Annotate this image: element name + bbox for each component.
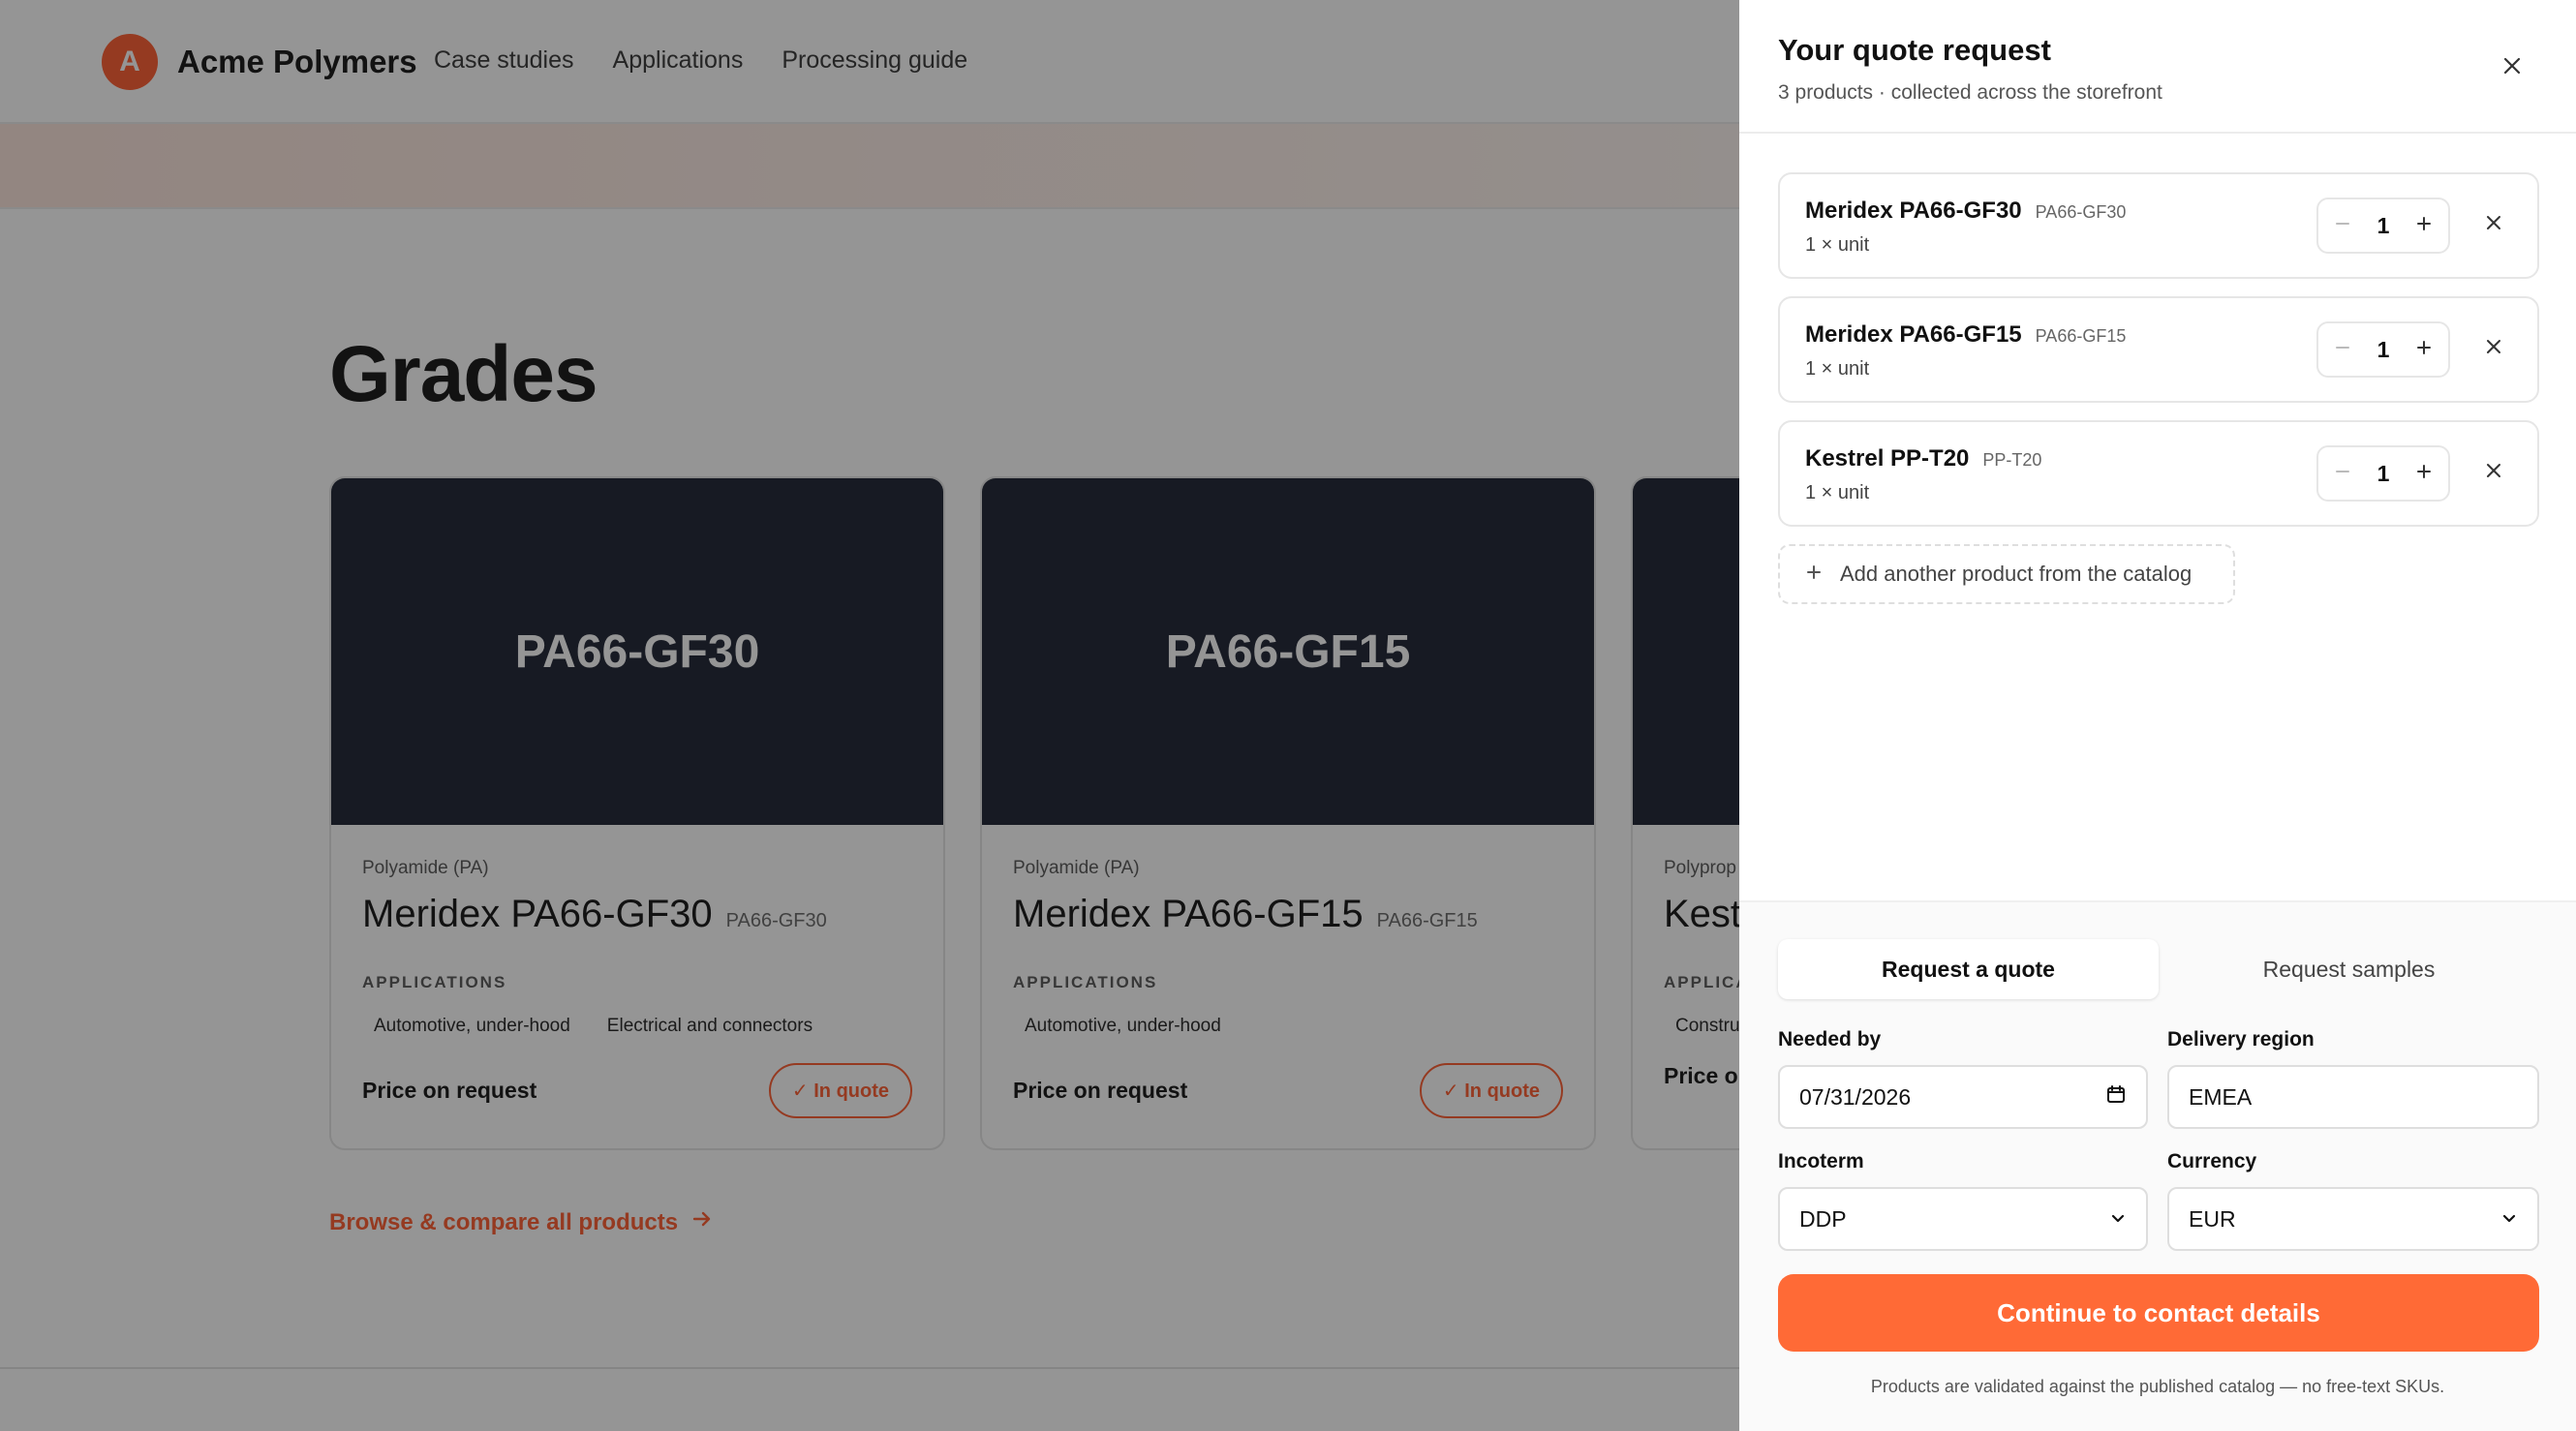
decrement-button[interactable] [2328, 459, 2357, 488]
minus-icon [2334, 339, 2351, 361]
plus-icon [1805, 562, 1823, 587]
close-icon [2484, 337, 2503, 361]
catalog-validation-note: Products are validated against the publi… [1870, 1377, 2445, 1396]
plus-icon [2415, 463, 2433, 485]
quantity-value[interactable]: 1 [2377, 213, 2390, 239]
line-item-name: Meridex PA66-GF30 [1805, 198, 2022, 224]
close-drawer-button[interactable] [2497, 52, 2528, 83]
close-icon [2484, 461, 2503, 485]
plus-icon [2415, 215, 2433, 237]
drawer-subtitle: 3 products · collected across the storef… [1778, 81, 2162, 104]
quote-line-item: Meridex PA66-GF15 PA66-GF15 1 × unit 1 [1778, 296, 2539, 403]
line-item-sku: PA66-GF15 [2035, 326, 2127, 346]
chevron-down-icon [2109, 1206, 2127, 1233]
incoterm-select[interactable]: DDP [1778, 1187, 2148, 1251]
incoterm-label: Incoterm [1778, 1150, 1864, 1172]
add-product-label: Add another product from the catalog [1840, 562, 2193, 586]
currency-select[interactable]: EUR [2167, 1187, 2539, 1251]
remove-item-button[interactable] [2479, 334, 2508, 363]
line-item-sku: PA66-GF30 [2035, 202, 2127, 222]
delivery-region-label: Delivery region [2167, 1028, 2315, 1050]
increment-button[interactable] [2409, 211, 2438, 240]
quantity-value[interactable]: 1 [2377, 461, 2390, 487]
line-item-unit: 1 × unit [1805, 482, 1870, 503]
currency-label: Currency [2167, 1150, 2257, 1172]
needed-by-date-input[interactable]: 07/31/2026 [1778, 1065, 2148, 1129]
minus-icon [2334, 215, 2351, 237]
line-item-unit: 1 × unit [1805, 358, 1870, 380]
line-item-sku: PP-T20 [1982, 450, 2042, 470]
line-item-name: Meridex PA66-GF15 [1805, 321, 2022, 348]
quote-drawer: Your quote request 3 products · collecte… [1739, 0, 2576, 1431]
drawer-divider [1739, 132, 2576, 134]
chevron-down-icon [2500, 1206, 2518, 1233]
needed-by-label: Needed by [1778, 1028, 1882, 1050]
currency-value: EUR [2189, 1205, 2236, 1232]
calendar-icon[interactable] [2105, 1083, 2127, 1111]
close-icon [2501, 55, 2523, 81]
tab-request-samples[interactable]: Request samples [2159, 939, 2539, 999]
drawer-title: Your quote request [1778, 33, 2051, 67]
quantity-stepper: 1 [2316, 321, 2450, 378]
decrement-button[interactable] [2328, 211, 2357, 240]
remove-item-button[interactable] [2479, 458, 2508, 487]
line-item-name: Kestrel PP-T20 [1805, 445, 1970, 472]
quote-line-item: Meridex PA66-GF30 PA66-GF30 1 × unit 1 [1778, 172, 2539, 279]
quote-line-item: Kestrel PP-T20 PP-T20 1 × unit 1 [1778, 420, 2539, 527]
minus-icon [2334, 463, 2351, 485]
incoterm-value: DDP [1799, 1205, 1847, 1232]
quantity-stepper: 1 [2316, 198, 2450, 254]
request-type-tabs: Request a quote Request samples [1778, 939, 2539, 999]
line-item-unit: 1 × unit [1805, 234, 1870, 256]
quantity-stepper: 1 [2316, 445, 2450, 502]
delivery-region-input[interactable]: EMEA [2167, 1065, 2539, 1129]
tab-request-quote[interactable]: Request a quote [1778, 939, 2159, 999]
plus-icon [2415, 339, 2433, 361]
increment-button[interactable] [2409, 459, 2438, 488]
increment-button[interactable] [2409, 335, 2438, 364]
decrement-button[interactable] [2328, 335, 2357, 364]
close-icon [2484, 213, 2503, 237]
remove-item-button[interactable] [2479, 210, 2508, 239]
continue-to-contact-button[interactable]: Continue to contact details [1778, 1274, 2539, 1352]
add-product-button[interactable]: Add another product from the catalog [1778, 544, 2235, 604]
needed-by-value: 07/31/2026 [1799, 1083, 1912, 1110]
quote-form: Request a quote Request samples Needed b… [1739, 900, 2576, 1431]
quantity-value[interactable]: 1 [2377, 337, 2390, 363]
delivery-region-value: EMEA [2189, 1083, 2253, 1110]
